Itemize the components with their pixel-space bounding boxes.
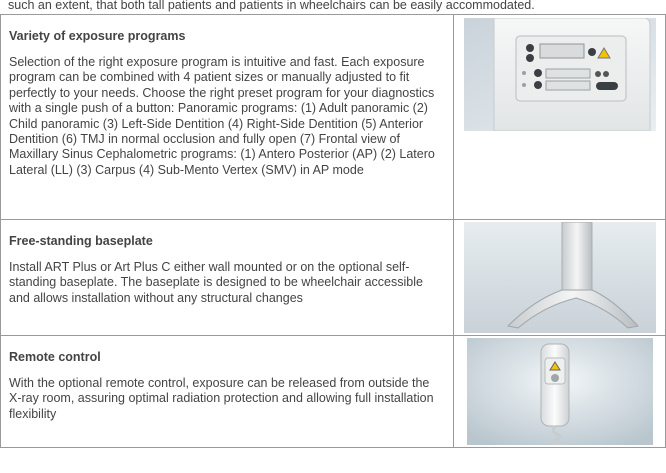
- feature-body-remote-control: With the optional remote control, exposu…: [9, 376, 434, 421]
- baseplate-image: [463, 222, 656, 333]
- feature-body-baseplate: Install ART Plus or Art Plus C either wa…: [9, 260, 423, 305]
- feature-row-remote-control: Remote control With the optional remote …: [0, 335, 666, 448]
- feature-text-cell: Remote control With the optional remote …: [0, 335, 455, 448]
- feature-text-cell: Free-standing baseplate Install ART Plus…: [0, 219, 455, 336]
- feature-image-cell: [453, 14, 666, 220]
- feature-row-baseplate: Free-standing baseplate Install ART Plus…: [0, 219, 666, 336]
- feature-body-exposure-programs: Selection of the right exposure program …: [9, 55, 435, 177]
- control-panel-image: [463, 18, 656, 131]
- remote-control-image: [466, 338, 653, 445]
- features-table: Variety of exposure programs Selection o…: [0, 14, 666, 448]
- feature-title-exposure-programs: Variety of exposure programs: [9, 29, 186, 43]
- feature-title-remote-control: Remote control: [9, 350, 101, 364]
- feature-image-cell: [453, 219, 666, 336]
- feature-text-cell: Variety of exposure programs Selection o…: [0, 14, 455, 220]
- intro-text-tail: such an extent, that both tall patients …: [8, 0, 535, 12]
- feature-row-exposure-programs: Variety of exposure programs Selection o…: [0, 14, 666, 220]
- feature-image-cell: [453, 335, 666, 448]
- feature-title-baseplate: Free-standing baseplate: [9, 234, 153, 248]
